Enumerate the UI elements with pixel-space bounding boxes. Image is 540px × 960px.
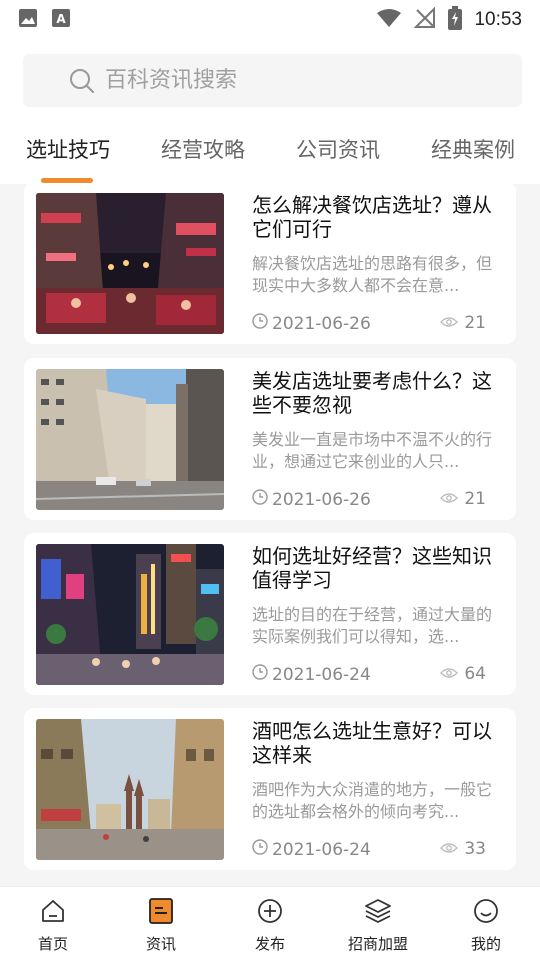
clock-icon bbox=[252, 839, 268, 860]
category-tabs: 选址技巧 经营攻略 公司资讯 经典案例 bbox=[0, 122, 540, 184]
article-date: 2021-06-24 bbox=[252, 664, 371, 685]
eye-icon bbox=[440, 664, 459, 684]
article-card[interactable]: 怎么解决餐饮店选址？遵从它们可行 解决餐饮店选址的思路有很多，但现实中大多数人都… bbox=[24, 184, 516, 344]
nav-profile[interactable]: 我的 bbox=[441, 897, 531, 954]
wifi-icon bbox=[376, 8, 402, 32]
nav-label: 发布 bbox=[254, 935, 285, 953]
news-icon bbox=[147, 897, 175, 925]
image-icon bbox=[18, 8, 38, 32]
article-thumbnail bbox=[36, 369, 224, 510]
search-bar[interactable] bbox=[23, 54, 522, 107]
views-count: 21 bbox=[464, 489, 486, 509]
views-count: 64 bbox=[464, 664, 486, 684]
date-text: 2021-06-26 bbox=[272, 313, 371, 334]
status-bar: A 10:53 bbox=[0, 0, 540, 40]
article-card[interactable]: 美发店选址要考虑什么？这些不要忽视 美发业一直是市场中不温不火的行业，想通过它来… bbox=[24, 358, 516, 520]
date-text: 2021-06-26 bbox=[272, 489, 371, 510]
search-input[interactable] bbox=[105, 68, 485, 93]
article-date: 2021-06-26 bbox=[252, 313, 371, 334]
date-text: 2021-06-24 bbox=[272, 839, 371, 860]
clock: 10:53 bbox=[474, 9, 522, 30]
article-date: 2021-06-26 bbox=[252, 489, 371, 510]
nav-home[interactable]: 首页 bbox=[8, 897, 98, 954]
nav-label: 资讯 bbox=[145, 935, 176, 953]
tab-business-strategy[interactable]: 经营攻略 bbox=[161, 134, 245, 164]
eye-icon bbox=[440, 313, 459, 333]
a-notification-icon: A bbox=[52, 8, 70, 32]
article-title: 酒吧怎么选址生意好？可以这样来 bbox=[252, 719, 492, 767]
article-views: 33 bbox=[440, 839, 486, 859]
article-description: 解决餐饮店选址的思路有很多，但现实中大多数人都不会在意... bbox=[252, 254, 492, 295]
article-description: 美发业一直是市场中不温不火的行业，想通过它来创业的人只... bbox=[252, 430, 492, 471]
article-thumbnail bbox=[36, 193, 224, 334]
article-views: 21 bbox=[440, 489, 486, 509]
views-count: 21 bbox=[464, 313, 486, 333]
article-card[interactable]: 如何选址好经营？这些知识值得学习 选址的目的在于经营，通过大量的实际案例我们可以… bbox=[24, 533, 516, 695]
article-date: 2021-06-24 bbox=[252, 839, 371, 860]
tab-site-selection[interactable]: 选址技巧 bbox=[26, 134, 110, 164]
article-thumbnail bbox=[36, 544, 224, 685]
eye-icon bbox=[440, 839, 459, 859]
date-text: 2021-06-24 bbox=[272, 664, 371, 685]
active-tab-indicator bbox=[41, 178, 93, 183]
nav-franchise[interactable]: 招商加盟 bbox=[333, 897, 423, 954]
article-title: 如何选址好经营？这些知识值得学习 bbox=[252, 544, 492, 592]
tab-classic-cases[interactable]: 经典案例 bbox=[431, 134, 515, 164]
plus-circle-icon bbox=[256, 897, 284, 925]
article-description: 选址的目的在于经营，通过大量的实际案例我们可以得知，选... bbox=[252, 605, 492, 646]
nav-news[interactable]: 资讯 bbox=[116, 897, 206, 954]
nav-label: 首页 bbox=[37, 935, 68, 953]
article-description: 酒吧作为大众消遣的地方，一般它的选址都会格外的倾向考究... bbox=[252, 780, 492, 821]
search-icon bbox=[69, 67, 97, 95]
clock-icon bbox=[252, 313, 268, 334]
views-count: 33 bbox=[464, 839, 486, 859]
battery-charging-icon bbox=[448, 6, 463, 34]
eye-icon bbox=[440, 489, 459, 509]
article-views: 64 bbox=[440, 664, 486, 684]
clock-icon bbox=[252, 489, 268, 510]
tab-company-news[interactable]: 公司资讯 bbox=[296, 134, 380, 164]
nav-label: 我的 bbox=[470, 935, 501, 953]
app-screen: A 10:53 选址技巧 经营攻略 公司资讯 经典案例 bbox=[0, 0, 540, 960]
no-signal-icon bbox=[414, 6, 436, 33]
smile-icon bbox=[472, 897, 500, 925]
bottom-navigation: 首页 资讯 发布 招商加盟 我的 bbox=[0, 886, 540, 960]
article-views: 21 bbox=[440, 313, 486, 333]
article-title: 美发店选址要考虑什么？这些不要忽视 bbox=[252, 369, 492, 417]
nav-label: 招商加盟 bbox=[347, 935, 408, 953]
article-title: 怎么解决餐饮店选址？遵从它们可行 bbox=[252, 193, 492, 241]
article-card[interactable]: 酒吧怎么选址生意好？可以这样来 酒吧作为大众消遣的地方，一般它的选址都会格外的倾… bbox=[24, 708, 516, 870]
nav-publish[interactable]: 发布 bbox=[225, 897, 315, 954]
article-thumbnail bbox=[36, 719, 224, 860]
layers-icon bbox=[364, 897, 392, 925]
home-icon bbox=[39, 897, 67, 925]
clock-icon bbox=[252, 664, 268, 685]
article-list[interactable]: 怎么解决餐饮店选址？遵从它们可行 解决餐饮店选址的思路有很多，但现实中大多数人都… bbox=[0, 184, 540, 886]
svg-text:A: A bbox=[56, 12, 66, 26]
